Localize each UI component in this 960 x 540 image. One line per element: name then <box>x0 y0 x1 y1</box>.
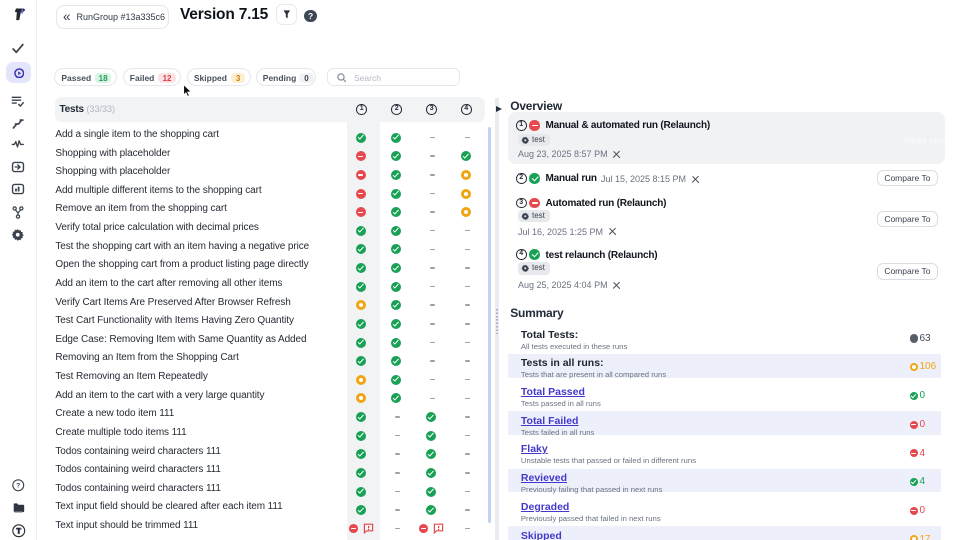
svg-text:?: ? <box>16 483 20 490</box>
